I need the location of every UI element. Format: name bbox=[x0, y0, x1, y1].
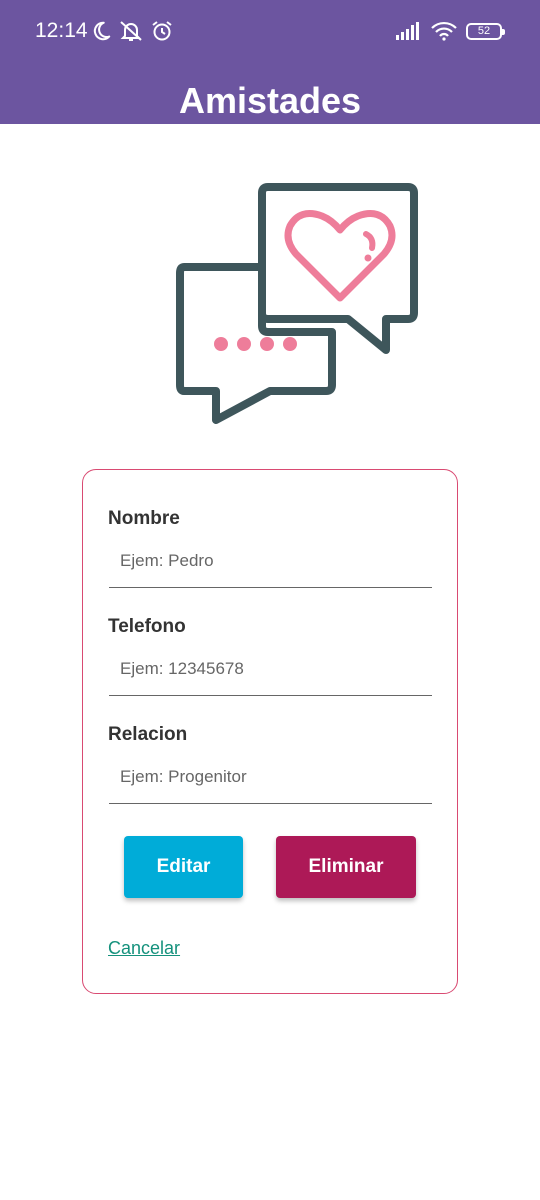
delete-button[interactable]: Eliminar bbox=[276, 836, 416, 898]
typing-dot bbox=[260, 337, 274, 351]
typing-dot bbox=[283, 337, 297, 351]
page-title: Amistades bbox=[178, 80, 362, 121]
status-icons-right: 52 bbox=[396, 18, 505, 44]
nombre-input[interactable] bbox=[109, 534, 432, 588]
notifications-off-icon bbox=[120, 21, 142, 41]
telefono-input[interactable] bbox=[109, 642, 432, 696]
battery-level: 52 bbox=[477, 24, 491, 37]
nombre-label: Nombre bbox=[108, 508, 180, 529]
friend-form-card: Nombre Telefono Relacion Editar Eliminar… bbox=[82, 469, 458, 994]
app-header: 12:14 52 Amistades bbox=[0, 0, 540, 124]
wifi-icon bbox=[431, 21, 457, 41]
typing-dot bbox=[237, 337, 251, 351]
right-chat-bubble bbox=[258, 183, 418, 354]
status-icons-left bbox=[90, 18, 174, 44]
status-bar: 12:14 52 bbox=[0, 0, 540, 62]
relacion-label: Relacion bbox=[108, 724, 188, 745]
signal-icon bbox=[396, 22, 419, 40]
status-time: 12:14 bbox=[35, 19, 88, 42]
battery-icon: 52 bbox=[466, 22, 505, 40]
relacion-input[interactable] bbox=[109, 750, 432, 804]
edit-button[interactable]: Editar bbox=[124, 836, 243, 898]
heart-icon bbox=[284, 210, 396, 302]
typing-dot bbox=[214, 337, 228, 351]
cancel-link[interactable]: Cancelar bbox=[108, 938, 180, 959]
moon-icon bbox=[93, 21, 111, 41]
chat-bubbles-heart-icon bbox=[176, 183, 418, 424]
telefono-label: Telefono bbox=[108, 616, 186, 637]
left-chat-bubble bbox=[176, 263, 336, 424]
alarm-icon bbox=[152, 21, 172, 41]
